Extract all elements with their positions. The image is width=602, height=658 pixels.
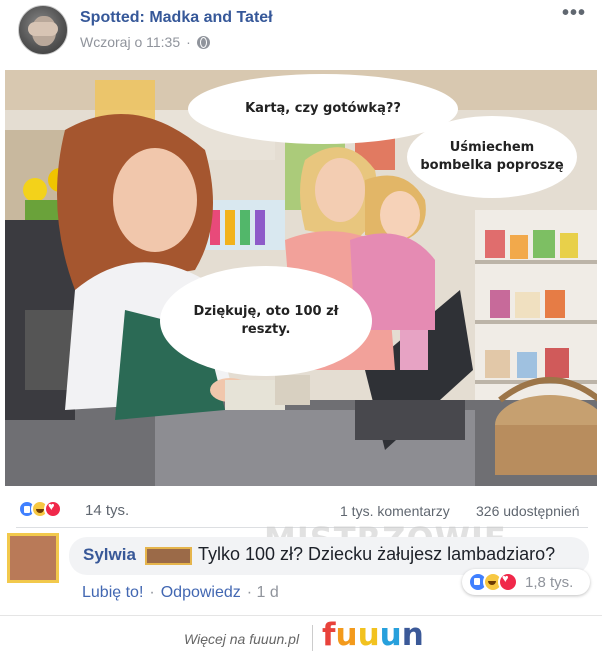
page-name-link[interactable]: Spotted: Madka and Tateł: [80, 9, 273, 27]
footer-text[interactable]: Więcej na fuuun.pl: [184, 631, 299, 647]
reaction-count[interactable]: 14 tys.: [85, 502, 129, 519]
footer-divider: [0, 615, 602, 616]
speech-bubble-1: Kartą, czy gotówką??: [188, 74, 458, 144]
comment-count[interactable]: 1 tys. komentarzy: [340, 503, 450, 519]
post-photo[interactable]: Kartą, czy gotówką?? Uśmiechem bombelka …: [5, 70, 597, 486]
comment-author[interactable]: Sylwia: [83, 545, 136, 565]
comment-reaction-count: 1,8 tys.: [525, 573, 574, 591]
post-meta: Wczoraj o 11:35 ·: [80, 34, 210, 50]
page-avatar[interactable]: [18, 5, 68, 55]
comment-avatar[interactable]: [7, 533, 59, 583]
more-dots-icon[interactable]: •••: [562, 2, 586, 25]
avatar-hand: [28, 22, 58, 36]
censored-name-block: [145, 547, 192, 565]
love-icon: [498, 572, 518, 592]
post-stats: 14 tys. 1 tys. komentarzy 326 udostępnie…: [18, 500, 588, 522]
speech-bubble-2: Uśmiechem bombelka poproszę: [407, 116, 577, 198]
speech-bubble-3: Dziękuję, oto 100 zł reszty.: [160, 266, 372, 376]
comment-text: Tylko 100 zł? Dziecku żałujesz lambadzia…: [198, 544, 556, 564]
comment-actions: Lubię to! · Odpowiedz · 1 d: [82, 584, 279, 602]
post-timestamp[interactable]: Wczoraj o 11:35: [80, 34, 180, 50]
post-card: Spotted: Madka and Tateł Wczoraj o 11:35…: [0, 0, 602, 615]
reaction-icons[interactable]: [18, 500, 62, 518]
fuuun-logo[interactable]: fuuun: [322, 617, 424, 653]
footer-separator: [312, 625, 313, 651]
reply-link[interactable]: Odpowiedz: [161, 584, 241, 602]
share-count[interactable]: 326 udostępnień: [476, 503, 580, 519]
globe-icon: [196, 35, 210, 49]
love-icon: [44, 500, 62, 518]
action-separator: ·: [149, 584, 155, 601]
comment-age[interactable]: · 1 d: [247, 584, 279, 602]
comment-reactions[interactable]: 1,8 tys.: [462, 569, 590, 595]
like-comment-link[interactable]: Lubię to!: [82, 584, 143, 602]
